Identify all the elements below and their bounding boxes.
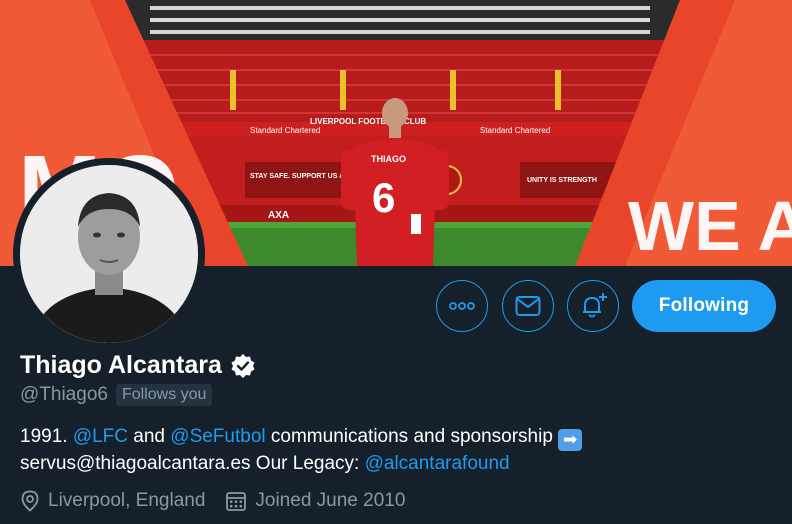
mention-alcantarafound-link[interactable]: @alcantarafound	[365, 453, 510, 474]
mail-icon	[515, 296, 541, 316]
location-item: Liverpool, England	[20, 490, 205, 512]
avatar[interactable]	[20, 165, 198, 343]
stand-banner: LIVERPOOL FOOTBALL CLUB	[310, 117, 426, 126]
shirt-name: THIAGO	[371, 154, 406, 164]
location-pin-icon	[21, 490, 39, 512]
bell-plus-icon	[583, 293, 607, 318]
sponsor-board-left: Standard Chartered	[250, 126, 320, 135]
bio-text: servus@thiagoalcantara.es Our Legacy:	[20, 453, 365, 474]
bio-text: communications and sponsorship	[265, 426, 559, 447]
more-icon	[449, 302, 475, 310]
joined-text: Joined June 2010	[255, 490, 406, 511]
handle-row: @Thiago6 Follows you	[20, 384, 213, 406]
profile-meta: Liverpool, England Joined June 2010	[20, 490, 415, 512]
shirt-number: 6	[372, 174, 395, 221]
follows-you-badge: Follows you	[115, 384, 213, 406]
unity-board: UNITY IS STRENGTH	[527, 177, 597, 184]
display-name: Thiago Alcantara	[20, 351, 222, 379]
name-row: Thiago Alcantara	[20, 351, 256, 380]
location-text: Liverpool, England	[48, 490, 206, 511]
tunnel-text-right: WE A	[628, 187, 792, 265]
bio-text: and	[128, 426, 171, 447]
axa-board: AXA	[268, 210, 289, 221]
following-button[interactable]: Following	[632, 280, 776, 332]
handle: @Thiago6	[20, 384, 108, 405]
message-button[interactable]	[502, 280, 554, 332]
mention-sefutbol-link[interactable]: @SeFutbol	[170, 426, 265, 447]
verified-badge-icon	[231, 353, 255, 378]
bio: 1991. @LFC and @SeFutbol communications …	[20, 424, 720, 477]
sponsor-board-right: Standard Chartered	[480, 126, 550, 135]
avatar-image	[20, 165, 198, 343]
joined-item: Joined June 2010	[225, 490, 405, 512]
mention-lfc-link[interactable]: @LFC	[73, 426, 128, 447]
notifications-button[interactable]	[567, 280, 619, 332]
bio-text: 1991.	[20, 426, 73, 447]
more-options-button[interactable]	[436, 280, 488, 332]
calendar-icon	[226, 492, 247, 511]
arrow-right-emoji-icon: ➡	[558, 429, 583, 451]
